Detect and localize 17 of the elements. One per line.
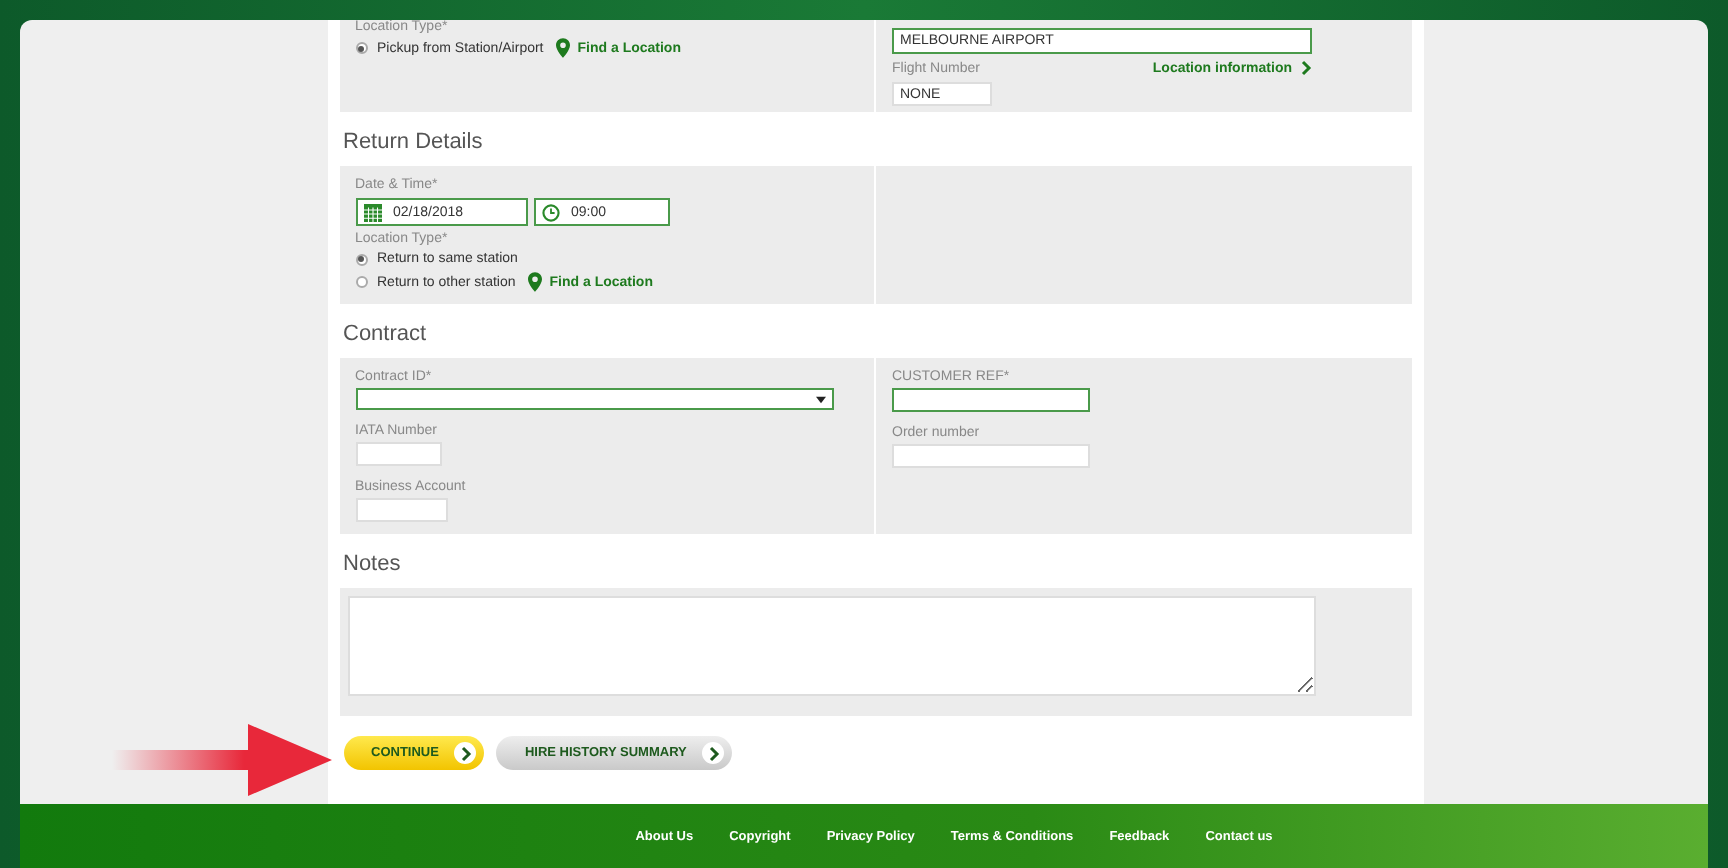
order-number-field[interactable] <box>892 444 1090 468</box>
chevron-icon <box>459 745 472 761</box>
dropdown-arrow-icon <box>815 395 825 403</box>
calendar-icon <box>363 203 381 221</box>
customer-ref-field[interactable] <box>892 388 1090 412</box>
section-heading: Notes <box>341 550 403 580</box>
chevron-icon <box>707 745 720 761</box>
iata-field[interactable] <box>355 442 441 466</box>
section-heading: Contract <box>341 320 429 350</box>
section-heading: Return Details <box>341 128 485 158</box>
map-pin-icon <box>527 272 542 292</box>
map-pin-icon <box>555 38 570 58</box>
business-account-field[interactable] <box>355 498 447 522</box>
clock-icon <box>541 203 559 221</box>
chevron-icon <box>1300 60 1312 76</box>
notes-field[interactable] <box>347 596 1315 696</box>
contract-dropdown[interactable] <box>355 388 833 410</box>
